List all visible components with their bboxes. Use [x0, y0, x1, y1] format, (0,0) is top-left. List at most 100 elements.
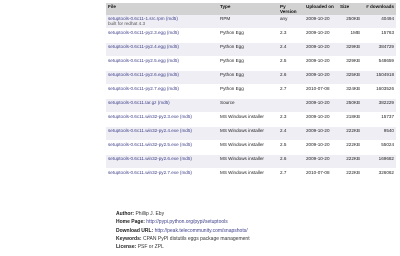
downloads-cell: 384729 [362, 42, 396, 57]
uploaded-cell: 2009-10-20 [304, 112, 338, 127]
file-cell: setuptools-0.6c11-py2.7.egg (md5) [106, 84, 218, 99]
file-link[interactable]: setuptools-0.6c11-py2.7.egg (md5) [108, 86, 179, 91]
uploaded-cell: 2009-10-20 [304, 98, 338, 113]
file-cell: setuptools-0.6c11-1.src.rpm (md5) built f… [106, 15, 218, 29]
downloads-cell: 15763 [362, 28, 396, 43]
file-link[interactable]: setuptools-0.6c11.win32-py2.7.exe (md5) [108, 170, 192, 175]
file-cell: setuptools-0.6c11.win32-py2.7.exe (md5) [106, 168, 218, 183]
size-cell: 222KB [338, 126, 362, 141]
file-link[interactable]: setuptools-0.6c11-py2.3.egg (md5) [108, 30, 179, 35]
size-cell: 325KB [338, 70, 362, 85]
file-link[interactable]: setuptools-0.6c11-py2.6.egg (md5) [108, 72, 179, 77]
column-header-size[interactable]: Size [338, 3, 362, 15]
license-label: License: [116, 244, 137, 251]
table-row: setuptools-0.6c11.tar.gz (md5) Source 2009… [106, 98, 396, 113]
size-cell: 222KB [338, 168, 362, 183]
downloads-cell: 1603526 [362, 84, 396, 99]
type-cell: Python Egg [218, 84, 278, 99]
type-cell: Python Egg [218, 28, 278, 43]
size-cell: 222KB [338, 154, 362, 169]
file-link[interactable]: setuptools-0.6c11.win32-py2.6.exe (md5) [108, 156, 192, 161]
downloads-cell: 55024 [362, 140, 396, 155]
table-row: setuptools-0.6c11-py2.7.egg (md5) Python … [106, 84, 396, 99]
keywords-value: CPAN PyPI distutils eggs package managem… [142, 235, 250, 242]
file-cell: setuptools-0.6c11.tar.gz (md5) [106, 98, 218, 113]
py-version-cell: 2.3 [278, 28, 304, 43]
py-version-cell: 2.7 [278, 84, 304, 99]
column-header-downloads[interactable]: # downloads [362, 3, 396, 15]
file-cell: setuptools-0.6c11.win32-py2.4.exe (md5) [106, 126, 218, 141]
table-row: setuptools-0.6c11-py2.5.egg (md5) Python … [106, 56, 396, 71]
py-version-cell: 2.7 [278, 168, 304, 183]
download-url-line: Download URL: http://peak.telecommunity.… [116, 227, 250, 235]
py-version-cell: 2.6 [278, 70, 304, 85]
file-cell: setuptools-0.6c11-py2.3.egg (md5) [106, 28, 218, 43]
file-link[interactable]: setuptools-0.6c11.win32-py2.3.exe (md5) [108, 114, 192, 119]
page: File Type Py Version Uploaded on Size # … [0, 0, 400, 256]
table-row: setuptools-0.6c11.win32-py2.7.exe (md5) M… [106, 168, 396, 183]
keywords-line: Keywords: CPAN PyPI distutils eggs packa… [116, 235, 250, 243]
download-url-link[interactable]: http://peak.telecommunity.com/snapshots/ [155, 228, 248, 234]
file-link[interactable]: setuptools-0.6c11.tar.gz (md5) [108, 100, 170, 105]
column-header-uploaded[interactable]: Uploaded on [304, 3, 338, 15]
table-row: setuptools-0.6c11-1.src.rpm (md5) built f… [106, 15, 396, 29]
downloads-cell: 40494 [362, 15, 396, 29]
file-cell: setuptools-0.6c11-py2.4.egg (md5) [106, 42, 218, 57]
uploaded-cell: 2010-07-08 [304, 168, 338, 183]
author-label: Author: [116, 211, 135, 217]
table-row: setuptools-0.6c11-py2.4.egg (md5) Python … [106, 42, 396, 57]
table-row: setuptools-0.6c11-py2.3.egg (md5) Python … [106, 28, 396, 43]
uploaded-cell: 2010-07-08 [304, 84, 338, 99]
file-cell: setuptools-0.6c11.win32-py2.6.exe (md5) [106, 154, 218, 169]
size-cell: 250KB [338, 15, 362, 29]
py-version-cell: 2.4 [278, 126, 304, 141]
file-cell: setuptools-0.6c11-py2.5.egg (md5) [106, 56, 218, 71]
type-cell: MS Windows installer [218, 140, 278, 155]
type-cell: Source [218, 98, 278, 113]
file-note: built for redhat 4.3 [108, 21, 146, 26]
type-cell: MS Windows installer [218, 126, 278, 141]
table-body: setuptools-0.6c11-1.src.rpm (md5) built f… [106, 15, 396, 183]
license-value: PSF or ZPL [137, 244, 164, 251]
size-cell: 1MB [338, 28, 362, 43]
type-cell: RPM [218, 15, 278, 29]
type-cell: Python Egg [218, 42, 278, 57]
downloads-cell: 382229 [362, 98, 396, 113]
downloads-table: File Type Py Version Uploaded on Size # … [106, 3, 396, 183]
size-cell: 250KB [338, 98, 362, 113]
downloads-cell: 548659 [362, 56, 396, 71]
uploaded-cell: 2009-10-20 [304, 42, 338, 57]
downloads-cell: 169682 [362, 154, 396, 169]
homepage-line: Home Page: http://pypi.python.org/pypi/s… [116, 218, 250, 226]
size-cell: 329KB [338, 56, 362, 71]
uploaded-cell: 2009-10-20 [304, 126, 338, 141]
homepage-link[interactable]: http://pypi.python.org/pypi/setuptools [146, 219, 227, 225]
py-version-cell [278, 98, 304, 113]
file-cell: setuptools-0.6c11.win32-py2.5.exe (md5) [106, 140, 218, 155]
table-row: setuptools-0.6c11-py2.6.egg (md5) Python … [106, 70, 396, 85]
table-row: setuptools-0.6c11.win32-py2.5.exe (md5) M… [106, 140, 396, 155]
column-header-file[interactable]: File [106, 3, 218, 15]
py-version-cell: 2.5 [278, 140, 304, 155]
author-line: Author: Phillip J. Eby [116, 210, 250, 218]
py-version-cell: 2.4 [278, 42, 304, 57]
uploaded-cell: 2009-10-20 [304, 56, 338, 71]
uploaded-cell: 2009-10-20 [304, 140, 338, 155]
download-url-label: Download URL: [116, 227, 154, 234]
file-link[interactable]: setuptools-0.6c11-py2.4.egg (md5) [108, 44, 179, 49]
homepage-label: Home Page: [116, 219, 145, 226]
size-cell: 324KB [338, 84, 362, 99]
table-row: setuptools-0.6c11.win32-py2.6.exe (md5) M… [106, 154, 396, 169]
py-version-cell: 2.3 [278, 112, 304, 127]
file-link[interactable]: setuptools-0.6c11.win32-py2.4.exe (md5) [108, 128, 192, 133]
py-version-cell: any [278, 15, 304, 29]
column-header-type[interactable]: Type [218, 3, 278, 15]
type-cell: MS Windows installer [218, 112, 278, 127]
license-line: License: PSF or ZPL [116, 243, 250, 251]
downloads-cell: 15737 [362, 112, 396, 127]
file-link[interactable]: setuptools-0.6c11.win32-py2.5.exe (md5) [108, 142, 192, 147]
file-link[interactable]: setuptools-0.6c11-py2.5.egg (md5) [108, 58, 179, 63]
column-header-py-version[interactable]: Py Version [278, 3, 304, 15]
type-cell: Python Egg [218, 56, 278, 71]
downloads-cell: 326062 [362, 168, 396, 183]
